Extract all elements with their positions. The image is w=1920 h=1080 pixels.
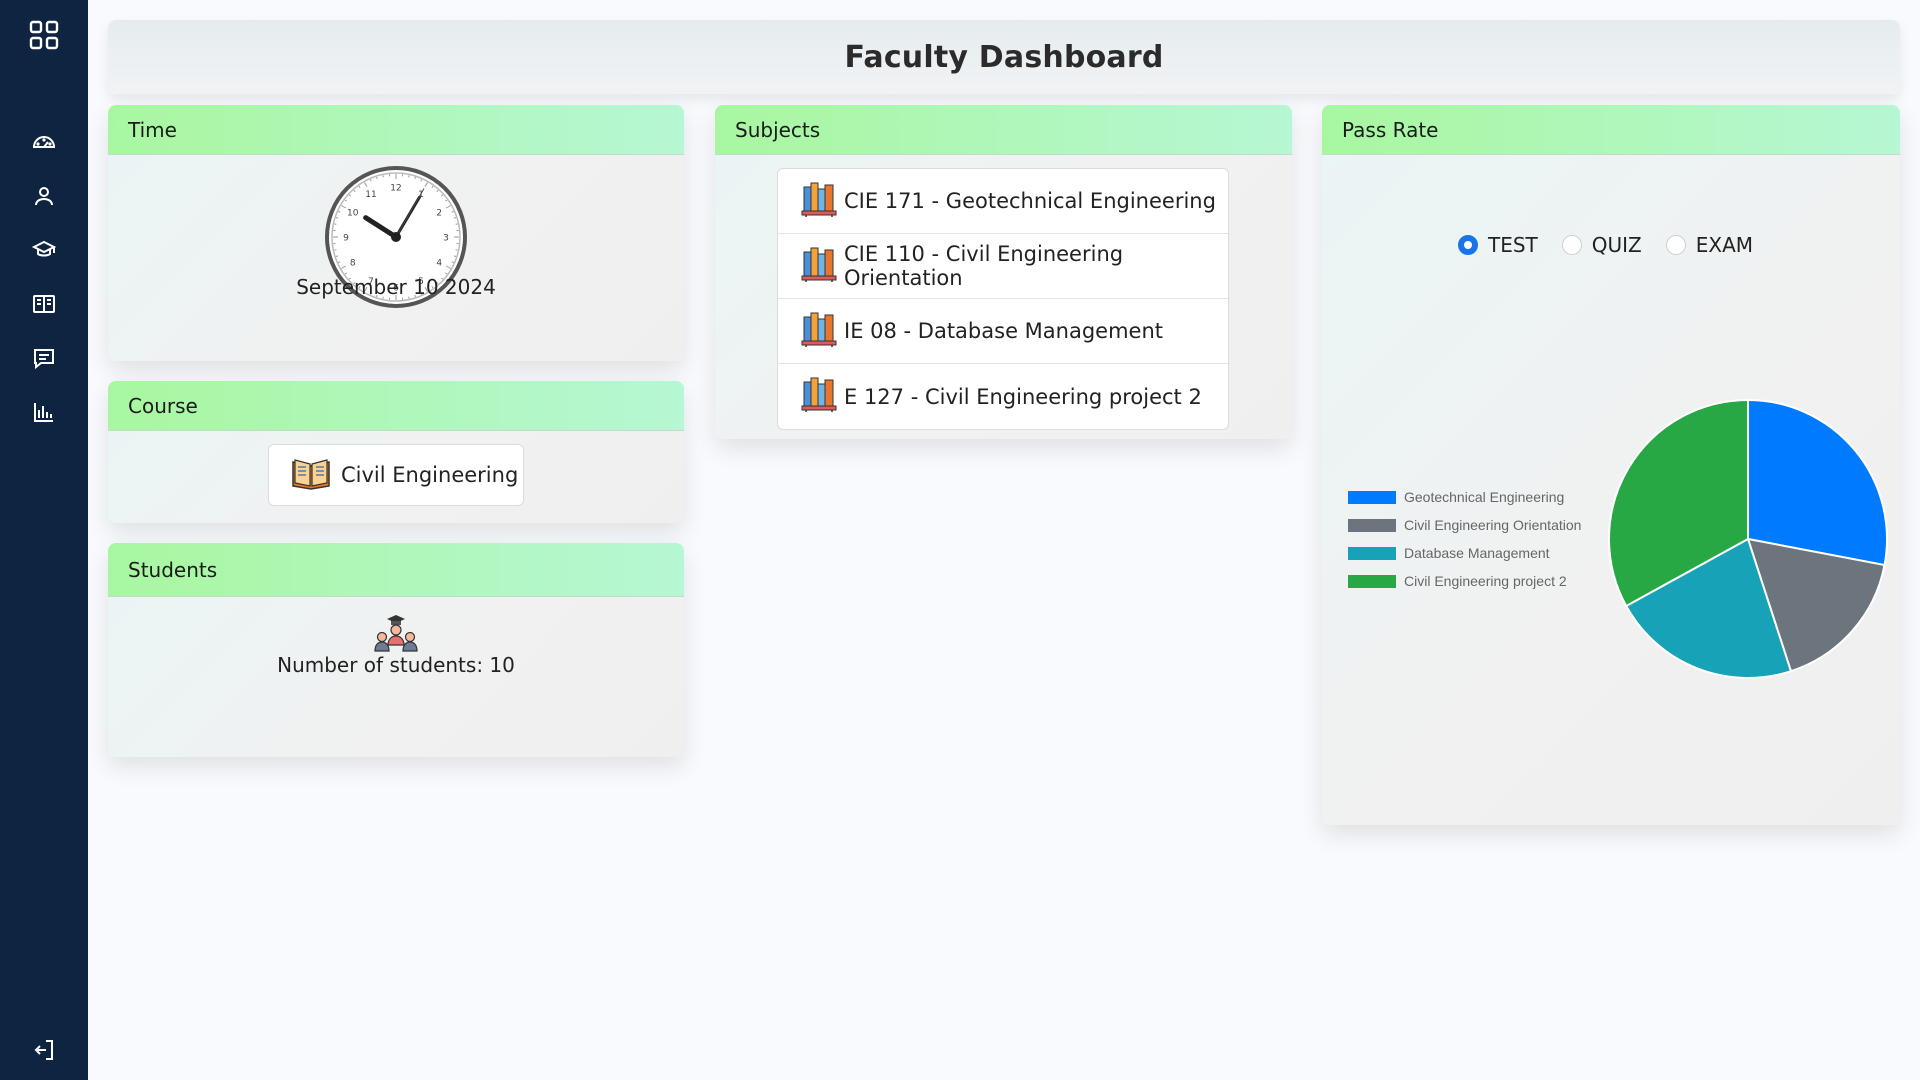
- books-shelf-icon: [800, 181, 844, 222]
- clock-tick: [453, 255, 457, 257]
- legend-item[interactable]: Database Management: [1348, 539, 1581, 567]
- clock-numeral: 11: [365, 190, 376, 200]
- subject-label: CIE 171 - Geotechnical Engineering: [844, 189, 1216, 213]
- radio-dot[interactable]: [1458, 235, 1478, 255]
- subject-label: E 127 - Civil Engineering project 2: [844, 384, 1202, 409]
- radio-label: TEST: [1488, 233, 1538, 257]
- pass-rate-card: Pass Rate TEST QUIZ EXAM Geotechnical Engi…: [1322, 105, 1900, 825]
- open-book-icon: [291, 456, 341, 495]
- subject-item[interactable]: CIE 171 - Geotechnical Engineering: [778, 169, 1228, 234]
- legend-label: Geotechnical Engineering: [1404, 489, 1565, 505]
- clock-tick: [335, 255, 339, 257]
- clock-tick: [335, 217, 339, 219]
- subjects-card-title: Subjects: [715, 105, 1292, 155]
- subject-label: CIE 110 - Civil Engineering Orientation: [844, 242, 1124, 290]
- legend-swatch: [1348, 490, 1396, 504]
- message-icon[interactable]: [0, 346, 88, 370]
- radio-exam[interactable]: EXAM: [1665, 233, 1754, 257]
- radio-test[interactable]: TEST: [1458, 233, 1538, 257]
- subject-item[interactable]: CIE 110 - Civil Engineering Orientation: [778, 234, 1228, 299]
- time-card-title: Time: [108, 105, 684, 155]
- user-icon[interactable]: [0, 184, 88, 208]
- subjects-card: Subjects CIE 171 - Geotechnical Engineer…: [715, 105, 1292, 439]
- assessment-type-selector: TEST QUIZ EXAM: [1458, 233, 1777, 257]
- students-card: Students Number of students: 10: [108, 543, 684, 757]
- clock-tick: [414, 176, 416, 180]
- logout-icon[interactable]: [0, 1038, 88, 1062]
- dashboard-gauge-icon[interactable]: [0, 130, 88, 154]
- legend-swatch: [1348, 574, 1396, 588]
- graduation-cap-icon[interactable]: [0, 238, 88, 262]
- radio-dot[interactable]: [1561, 235, 1582, 255]
- legend-item[interactable]: Civil Engineering Orientation: [1348, 511, 1581, 539]
- clock-numeral: 8: [350, 259, 356, 269]
- subject-item[interactable]: E 127 - Civil Engineering project 2: [778, 364, 1228, 429]
- pass-rate-pie-chart: [1606, 397, 1890, 685]
- clock-tick: [453, 217, 457, 219]
- course-card: Course Civil Engineering: [108, 381, 684, 523]
- bar-chart-icon[interactable]: [0, 400, 88, 424]
- page-title: Faculty Dashboard: [844, 39, 1164, 75]
- course-card-title: Course: [108, 381, 684, 431]
- clock-numeral: 9: [343, 234, 349, 244]
- apps-grid-icon[interactable]: [0, 18, 88, 52]
- chart-legend: Geotechnical Engineering Civil Engineerin…: [1348, 483, 1581, 595]
- pie-slice[interactable]: [1747, 398, 1888, 567]
- clock-numeral: 12: [390, 184, 401, 194]
- current-date: September 10 2024: [296, 275, 496, 299]
- books-shelf-icon: [800, 246, 844, 287]
- legend-label: Database Management: [1404, 545, 1550, 561]
- legend-swatch: [1348, 518, 1396, 532]
- sidebar: [0, 0, 88, 1080]
- radio-quiz[interactable]: QUIZ: [1561, 233, 1642, 257]
- clock-numeral: 2: [436, 209, 442, 219]
- subject-label: IE 08 - Database Management: [844, 319, 1163, 343]
- subject-item[interactable]: IE 08 - Database Management: [778, 299, 1228, 364]
- clock-numeral: 4: [436, 259, 442, 269]
- legend-item[interactable]: Civil Engineering project 2: [1348, 567, 1581, 595]
- clock-tick: [376, 176, 378, 180]
- radio-label: EXAM: [1695, 233, 1754, 257]
- legend-item[interactable]: Geotechnical Engineering: [1348, 483, 1581, 511]
- time-card: Time 12 1 2 3 4 5 6 7 8 9 10 11 September 10 2024: [108, 105, 684, 361]
- radio-label: QUIZ: [1591, 233, 1642, 257]
- course-item[interactable]: Civil Engineering: [268, 444, 524, 506]
- clock-numeral: 10: [347, 209, 359, 219]
- radio-dot[interactable]: [1665, 235, 1686, 255]
- legend-swatch: [1348, 546, 1396, 560]
- course-name: Civil Engineering: [341, 463, 519, 487]
- clock-hub: [391, 232, 401, 242]
- pass-rate-card-title: Pass Rate: [1322, 105, 1900, 155]
- books-shelf-icon: [800, 376, 844, 417]
- books-shelf-icon: [800, 311, 844, 352]
- students-count: Number of students: 10: [277, 653, 515, 677]
- subjects-list: CIE 171 - Geotechnical Engineering CIE 11…: [777, 168, 1229, 430]
- legend-label: Civil Engineering Orientation: [1404, 517, 1582, 533]
- book-open-icon[interactable]: [0, 292, 88, 316]
- clock-numeral: 3: [443, 234, 449, 244]
- students-card-title: Students: [108, 543, 684, 597]
- legend-label: Civil Engineering project 2: [1404, 573, 1567, 589]
- page-header: Faculty Dashboard: [108, 20, 1900, 94]
